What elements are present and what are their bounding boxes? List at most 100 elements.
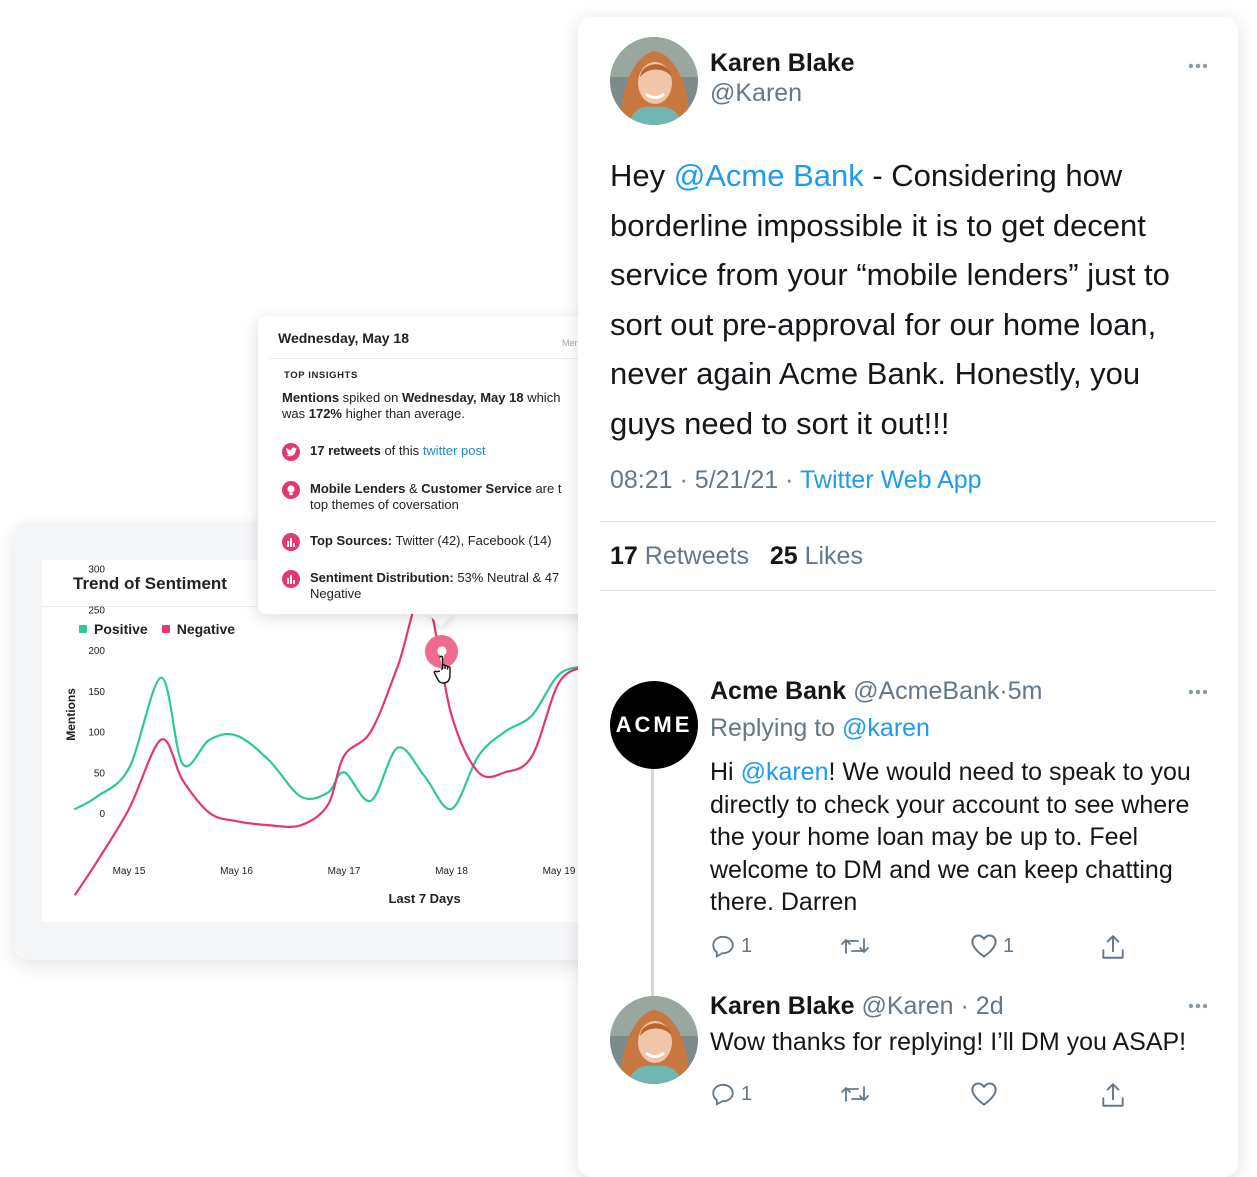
insight-bold: Customer Service (421, 481, 532, 496)
reply-header: Karen Blake @Karen · 2d (710, 992, 1004, 1021)
replying-to-mention[interactable]: @karen (842, 714, 930, 742)
insight-plain: are t (531, 481, 562, 496)
tweet-text: - Considering how borderline impossible … (610, 158, 1170, 441)
tweet-body: Hey @Acme Bank - Considering how borderl… (610, 151, 1210, 449)
hand-cursor-icon (433, 655, 451, 684)
lightbulb-icon (282, 481, 300, 499)
x-tick-label: May 16 (220, 866, 253, 877)
like-count: 1 (1003, 934, 1015, 957)
insight-row-retweets: 17 retweets of this twitter post (282, 443, 486, 461)
series-line-positive (74, 665, 587, 811)
reply-time: · 2d (960, 992, 1004, 1020)
tweet-stats: 17 Retweets 25 Likes (610, 542, 863, 571)
y-tick-label: 100 (88, 728, 105, 739)
summary-text: spiked on (339, 390, 402, 405)
summary-bold-mentions: Mentions (282, 390, 340, 405)
avatar[interactable] (610, 996, 698, 1084)
insights-tooltip: Wednesday, May 18 Men TOP INSIGHTS Menti… (258, 316, 598, 614)
tweet-meta: 08:21 · 5/21/21 · Twitter Web App (610, 466, 982, 495)
retweet-button[interactable] (840, 933, 870, 959)
retweet-button[interactable] (840, 1081, 870, 1107)
retweet-count: 17 (610, 542, 638, 570)
like-count: 25 (769, 542, 798, 570)
reply-button[interactable]: 1 (710, 933, 752, 959)
tooltip-divider (270, 358, 598, 359)
likes-stat[interactable]: 25 Likes (770, 542, 863, 570)
tweet-author-handle[interactable]: @Karen (710, 79, 802, 108)
like-button[interactable]: 1 (970, 933, 1014, 959)
x-tick-label: May 19 (543, 866, 576, 877)
more-options-icon[interactable] (1188, 689, 1208, 695)
tweet-time: 08:21 (610, 466, 673, 494)
retweets-stat[interactable]: 17 Retweets (610, 542, 749, 570)
insight-text: Top Sources: Twitter (42), Facebook (14) (310, 533, 552, 551)
mention-link[interactable]: @Acme Bank (674, 158, 864, 193)
insight-plain: & (405, 481, 422, 496)
insight-text: Mobile Lenders & Customer Service are t t… (310, 481, 561, 513)
reply-author-name[interactable]: Acme Bank (710, 677, 846, 705)
insight-bold: Sentiment Distribution: (310, 570, 454, 585)
share-button[interactable] (1100, 1081, 1126, 1109)
tooltip-heading: TOP INSIGHTS (284, 370, 358, 381)
x-tick-label: May 15 (113, 866, 146, 877)
tweet-source-link[interactable]: Twitter Web App (800, 466, 982, 494)
reply-author-handle[interactable]: @AcmeBank (853, 677, 999, 705)
summary-bold-percent: 172% (308, 406, 342, 421)
insight-plain: of this (380, 443, 423, 458)
likes-label: Likes (804, 542, 863, 570)
like-button[interactable] (970, 1081, 998, 1107)
y-tick-label: 0 (99, 809, 105, 820)
x-axis-title: Last 7 Days (388, 891, 460, 906)
summary-text: which (523, 390, 561, 405)
heart-icon (971, 1082, 997, 1106)
y-tick-label: 250 (88, 605, 105, 616)
insight-bold: Mobile Lenders (310, 481, 406, 496)
separator: · (785, 466, 794, 494)
insight-bold: 17 retweets (310, 443, 381, 458)
reply-button[interactable]: 1 (710, 1081, 752, 1107)
reply-body: Wow thanks for replying! I’ll DM you ASA… (710, 1028, 1187, 1056)
y-axis-title: Mentions (64, 688, 78, 741)
acme-avatar[interactable]: ACME (610, 681, 698, 769)
insight-plain: 53% Neutral & 47 (453, 570, 560, 585)
summary-text: higher than average. (341, 406, 465, 421)
insight-text: 17 retweets of this twitter post (310, 443, 486, 461)
reply-header: Acme Bank @AcmeBank·5m (710, 677, 1042, 706)
tweet-panel: Karen Blake @Karen Hey @Acme Bank - Cons… (578, 17, 1238, 1177)
tweet-author-name[interactable]: Karen Blake (710, 49, 855, 78)
separator: · (679, 466, 688, 494)
share-icon (1102, 935, 1124, 959)
tweet-text: Hey (610, 158, 674, 193)
insight-bold: Top Sources: (310, 533, 393, 548)
y-tick-label: 150 (88, 687, 105, 698)
share-button[interactable] (1100, 933, 1126, 961)
more-options-icon[interactable] (1188, 1003, 1208, 1009)
tooltip-meta-label: Men (562, 338, 580, 348)
share-icon (1102, 1083, 1124, 1107)
more-options-icon[interactable] (1188, 63, 1208, 69)
reply-time: ·5m (999, 677, 1043, 705)
insight-text: Sentiment Distribution: 53% Neutral & 47… (310, 570, 559, 602)
heart-icon (971, 934, 997, 958)
y-tick-label: 50 (94, 768, 106, 779)
insight-plain: Twitter (42), Facebook (14) (392, 533, 552, 548)
reply-author-handle[interactable]: @Karen (861, 992, 953, 1020)
insight-plain: Negative (310, 586, 362, 601)
mention-link[interactable]: @karen (741, 758, 829, 786)
replying-to-label: Replying to (710, 714, 836, 742)
bar-chart-icon (282, 570, 300, 588)
tooltip-summary: Mentions spiked on Wednesday, May 18 whi… (282, 390, 598, 422)
tweet-date[interactable]: 5/21/21 (695, 466, 778, 494)
summary-bold-date: Wednesday, May 18 (401, 390, 524, 405)
sentiment-line-chart: 0 50 100 150 200 250 300 May 15 May 16 May 17 May … (64, 565, 587, 906)
series-line-negative (74, 591, 587, 896)
avatar[interactable] (610, 37, 698, 125)
twitter-post-link[interactable]: twitter post (423, 443, 486, 458)
reply-author-name[interactable]: Karen Blake (710, 992, 855, 1020)
y-tick-label: 200 (88, 646, 105, 657)
divider (600, 590, 1216, 591)
reply-icon (712, 1083, 734, 1106)
replying-to: Replying to @karen (710, 714, 930, 743)
reply-count: 1 (741, 1082, 753, 1105)
x-tick-label: May 18 (435, 866, 468, 877)
